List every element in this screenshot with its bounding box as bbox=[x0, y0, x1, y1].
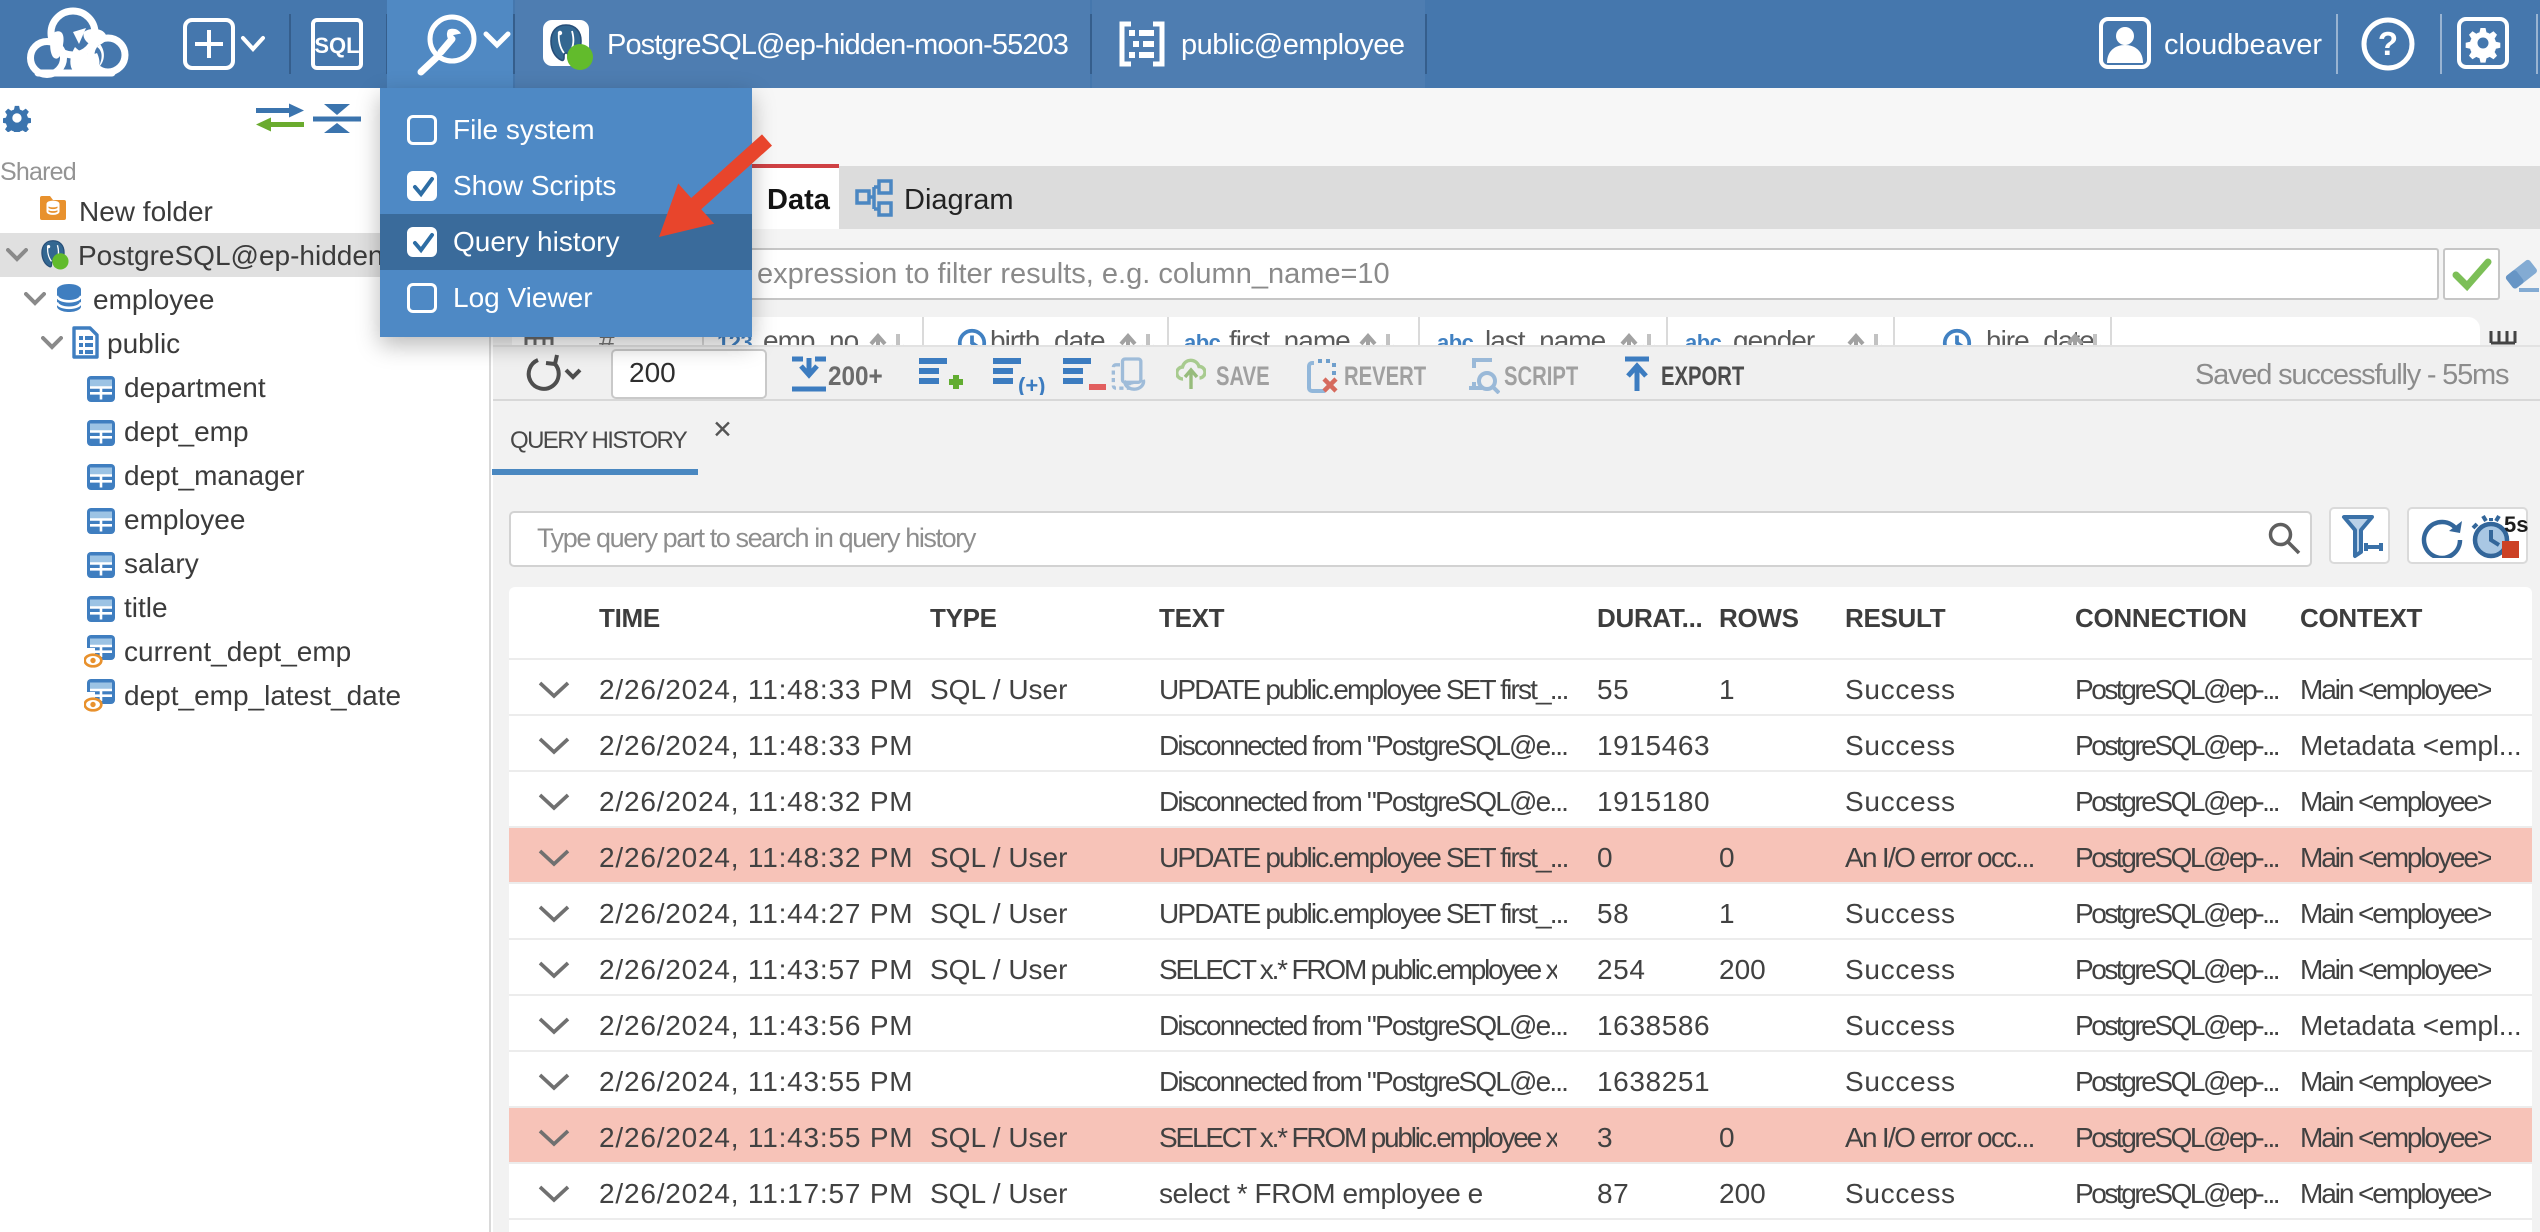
svg-text:?: ? bbox=[2378, 25, 2398, 62]
svg-text:(+): (+) bbox=[1018, 373, 1046, 395]
